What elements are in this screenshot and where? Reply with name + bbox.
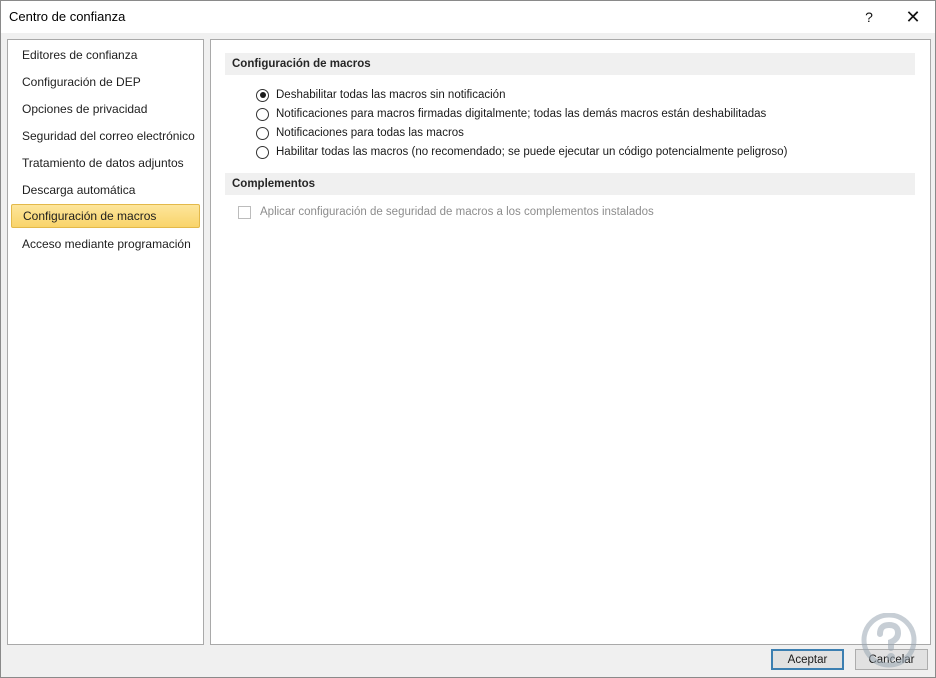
radio-label: Notificaciones para todas las macros xyxy=(276,127,464,139)
ok-button[interactable]: Aceptar xyxy=(771,649,844,670)
checkbox-apply-macro-security-to-addins[interactable]: Aplicar configuración de seguridad de ma… xyxy=(238,203,654,221)
section-header-addins: Complementos xyxy=(225,173,915,195)
sidebar-item-programmatic-access[interactable]: Acceso mediante programación xyxy=(11,232,200,256)
window-title: Centro de confianza xyxy=(9,9,126,24)
radio-label: Habilitar todas las macros (no recomenda… xyxy=(276,146,788,158)
settings-panel: Configuración de macros Deshabilitar tod… xyxy=(210,39,931,645)
sidebar-item-macro-settings[interactable]: Configuración de macros xyxy=(11,204,200,228)
help-button[interactable]: ? xyxy=(847,1,891,33)
radio-label: Deshabilitar todas las macros sin notifi… xyxy=(276,89,506,101)
close-icon: ✕ xyxy=(905,6,921,27)
checkbox-label: Aplicar configuración de seguridad de ma… xyxy=(260,206,654,218)
radio-label: Notificaciones para macros firmadas digi… xyxy=(276,108,767,120)
radio-button[interactable] xyxy=(256,126,269,140)
radio-option-notify-all-macros[interactable]: Notificaciones para todas las macros xyxy=(256,124,464,142)
help-icon: ? xyxy=(865,9,873,25)
sidebar-nav: Editores de confianza Configuración de D… xyxy=(7,39,204,645)
section-header-macros: Configuración de macros xyxy=(225,53,915,75)
radio-button[interactable] xyxy=(256,107,269,121)
radio-button[interactable] xyxy=(256,88,269,102)
sidebar-item-trusted-publishers[interactable]: Editores de confianza xyxy=(11,43,200,67)
close-button[interactable]: ✕ xyxy=(891,1,935,33)
help-watermark-icon xyxy=(861,613,917,668)
radio-option-notify-digitally-signed[interactable]: Notificaciones para macros firmadas digi… xyxy=(256,105,766,123)
radio-option-disable-all-no-notification[interactable]: Deshabilitar todas las macros sin notifi… xyxy=(256,86,505,104)
sidebar-item-privacy-options[interactable]: Opciones de privacidad xyxy=(11,97,200,121)
checkbox[interactable] xyxy=(238,205,251,219)
radio-button[interactable] xyxy=(256,145,269,159)
title-bar: Centro de confianza ? ✕ xyxy=(1,1,935,33)
trust-center-dialog: Centro de confianza ? ✕ Editores de conf… xyxy=(0,0,936,678)
sidebar-item-email-security[interactable]: Seguridad del correo electrónico xyxy=(11,124,200,148)
radio-option-enable-all-macros[interactable]: Habilitar todas las macros (no recomenda… xyxy=(256,143,787,161)
sidebar-item-dep-settings[interactable]: Configuración de DEP xyxy=(11,70,200,94)
sidebar-item-automatic-download[interactable]: Descarga automática xyxy=(11,178,200,202)
sidebar-item-attachment-handling[interactable]: Tratamiento de datos adjuntos xyxy=(11,151,200,175)
